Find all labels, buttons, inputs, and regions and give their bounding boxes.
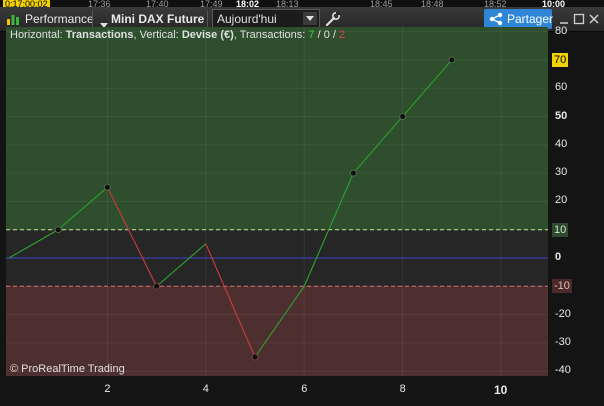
instrument-label: Mini DAX Future xyxy=(111,12,205,26)
trade-point xyxy=(399,113,407,120)
trade-point xyxy=(103,183,111,191)
separator xyxy=(207,10,208,28)
equity-curve-segment xyxy=(57,186,108,231)
equity-curve-segment xyxy=(254,285,305,358)
y-tick-label: 80 xyxy=(555,24,568,37)
x-tick-label: 2 xyxy=(104,383,111,395)
y-value-marker: -10 xyxy=(552,279,572,294)
y-tick-label: -20 xyxy=(555,307,571,320)
minimize-icon[interactable] xyxy=(558,12,570,24)
legend-horizontal-value: Transactions xyxy=(65,29,134,41)
y-tick-label: 50 xyxy=(555,109,568,122)
y-tick-label: 60 xyxy=(555,81,568,94)
y-tick-label: -40 xyxy=(555,364,571,377)
legend-horizontal-label: Horizontal: xyxy=(10,29,63,41)
close-icon[interactable] xyxy=(588,12,600,24)
y-tick-label: 0 xyxy=(555,251,562,263)
x-tick-label: 10 xyxy=(494,383,508,397)
chevron-down-icon xyxy=(303,12,317,25)
equity-curve-segment xyxy=(205,243,256,358)
y-value-marker: 70 xyxy=(552,52,569,67)
legend-vertical-label: , Vertical: xyxy=(133,29,179,41)
x-tick-label: 4 xyxy=(202,383,209,395)
period-select[interactable]: Aujourd'hui xyxy=(212,9,320,28)
share-label: Partager xyxy=(507,12,554,26)
y-tick-label: 40 xyxy=(555,137,568,150)
equity-curve-segment xyxy=(106,186,158,287)
separator xyxy=(92,10,93,28)
equity-curve-segment xyxy=(8,229,59,259)
equity-curve-chart xyxy=(6,27,548,376)
trade-point xyxy=(251,353,259,361)
legend-separator: / xyxy=(314,29,324,41)
trade-point xyxy=(349,169,357,177)
trade-point xyxy=(153,282,161,290)
y-tick-label: -30 xyxy=(555,335,571,348)
equity-curve-segment xyxy=(156,243,207,287)
trade-point xyxy=(54,226,62,234)
y-value-marker: 10 xyxy=(552,222,569,237)
chart-plot-area[interactable]: Horizontal: Transactions, Vertical: Devi… xyxy=(6,27,548,376)
x-tick-label: 8 xyxy=(399,383,406,395)
x-axis[interactable]: 2 4 6 8 10 xyxy=(6,377,548,406)
legend-separator: / xyxy=(329,29,339,41)
y-tick-label: 20 xyxy=(555,194,568,207)
legend-losses-count: 2 xyxy=(339,29,346,41)
period-select-value: Aujourd'hui xyxy=(217,12,277,26)
y-tick-label: 30 xyxy=(555,166,568,179)
maximize-icon[interactable] xyxy=(573,12,585,25)
x-tick-label: 6 xyxy=(301,383,308,395)
performance-label: Performance xyxy=(25,12,94,26)
trade-point xyxy=(448,56,456,64)
legend-vertical-value: Devise (€) xyxy=(181,29,234,41)
y-axis[interactable]: 80 60 50 40 30 20 0 -20 -30 -40 70 10 -10 xyxy=(549,24,604,406)
share-button[interactable]: Partager xyxy=(484,9,554,29)
legend-transactions-label: , Transactions: xyxy=(233,29,306,41)
copyright-notice: © ProRealTime Trading xyxy=(10,363,125,375)
chart-legend: Horizontal: Transactions, Vertical: Devi… xyxy=(10,29,345,41)
